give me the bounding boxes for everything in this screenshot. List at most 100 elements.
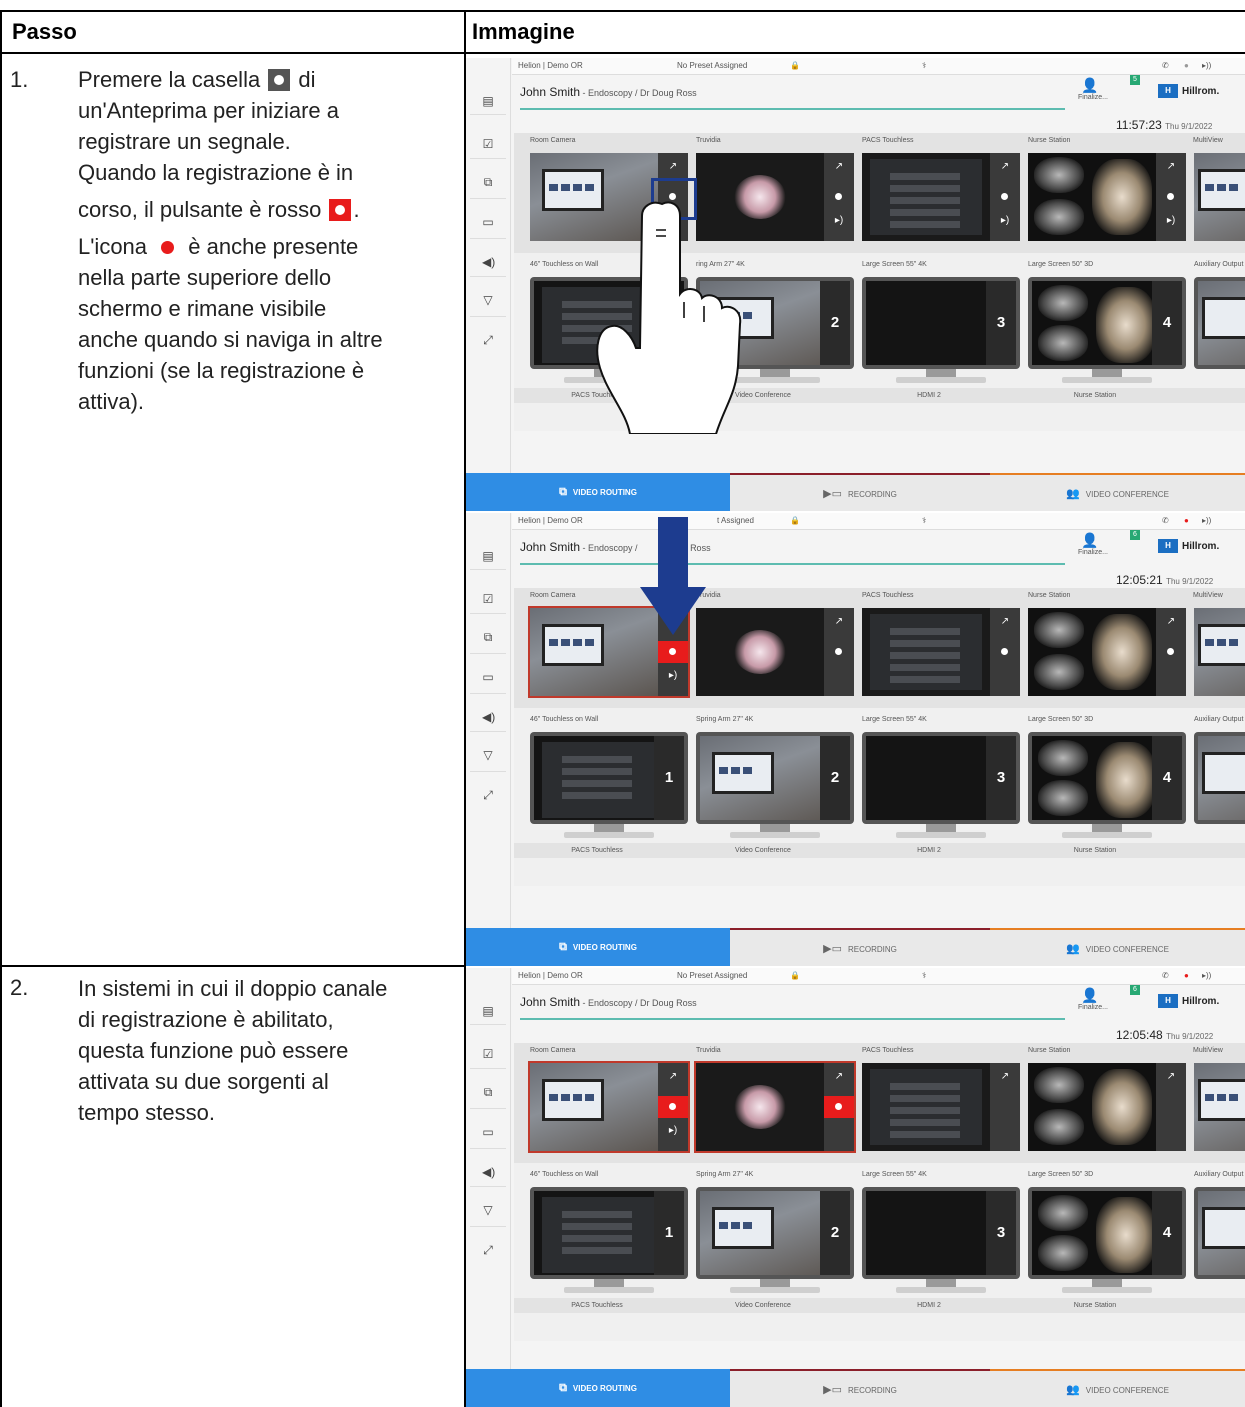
expand-icon[interactable]: ⤢ [482, 789, 494, 801]
expand-preview-icon[interactable]: ↗ [667, 1071, 679, 1083]
surgeon-icon[interactable]: ⚕ [922, 516, 926, 525]
source-tile-multiview[interactable] [1194, 153, 1245, 241]
monitor-3[interactable]: 3 [862, 1187, 1020, 1293]
source-tile-nurse-station[interactable]: ↗ [1028, 1063, 1186, 1151]
tab-video-routing[interactable]: ⧉ VIDEO ROUTING [466, 473, 730, 511]
tab-video-routing[interactable]: ⧉ VIDEO ROUTING [466, 928, 730, 966]
step-1-line: funzioni (se la registrazione è [78, 358, 365, 383]
audio-icon[interactable]: ▸) [833, 215, 845, 227]
lock-icon[interactable]: 🔒 [790, 971, 800, 980]
source-tile-pacs[interactable]: ↗ [862, 608, 1020, 696]
audio-icon[interactable]: ▸)) [1202, 971, 1211, 980]
monitor-5[interactable] [1194, 1187, 1245, 1279]
tab-recording[interactable]: ▶▭ RECORDING [730, 1369, 990, 1407]
record-button[interactable] [824, 1096, 854, 1118]
tab-recording[interactable]: ▶▭ RECORDING [730, 928, 990, 966]
volume-icon[interactable]: ◀) [482, 256, 495, 268]
monitor-number: 2 [820, 1191, 850, 1275]
monitor-1[interactable]: 1 [530, 1187, 688, 1293]
finalize-button[interactable]: 👤 Finalize... [1078, 77, 1108, 101]
record-button[interactable] [1156, 186, 1186, 208]
tab-video-conference[interactable]: 👥 VIDEO CONFERENCE [990, 928, 1245, 966]
source-tile-pacs[interactable]: ↗ ▸) [862, 153, 1020, 241]
monitor-1[interactable]: 1 [530, 732, 688, 838]
monitor-5[interactable] [1194, 732, 1245, 824]
expand-preview-icon[interactable]: ↗ [833, 1071, 845, 1083]
patient-card-icon[interactable]: ▤ [482, 1005, 494, 1017]
lock-icon[interactable]: 🔒 [790, 61, 800, 70]
patient-card-icon[interactable]: ▤ [482, 95, 494, 107]
expand-preview-icon[interactable]: ↗ [833, 616, 845, 628]
record-button[interactable] [658, 1096, 688, 1118]
audio-icon[interactable]: ▸) [667, 1125, 679, 1137]
expand-preview-icon[interactable]: ↗ [667, 161, 679, 173]
record-button[interactable] [658, 641, 688, 663]
expand-preview-icon[interactable]: ↗ [1165, 1071, 1177, 1083]
source-tile-truvidia[interactable]: ↗ [696, 608, 854, 696]
expand-preview-icon[interactable]: ↗ [833, 161, 845, 173]
monitor-source-label: HDMI 2 [846, 843, 1012, 858]
checklist-icon[interactable]: ☑ [482, 138, 494, 150]
record-button[interactable] [824, 641, 854, 663]
record-button[interactable] [990, 641, 1020, 663]
expand-preview-icon[interactable]: ↗ [999, 616, 1011, 628]
routing-icon[interactable]: ⧉ [482, 1086, 494, 1098]
source-tile-truvidia[interactable]: ↗ [694, 1061, 856, 1153]
monitor-4[interactable]: 4 [1028, 732, 1186, 838]
expand-preview-icon[interactable]: ↗ [1165, 616, 1177, 628]
tab-recording[interactable]: ▶▭ RECORDING [730, 473, 990, 511]
volume-icon[interactable]: ◀) [482, 1166, 495, 1178]
expand-icon[interactable]: ⤢ [482, 334, 494, 346]
light-icon[interactable]: ▽ [482, 749, 494, 761]
patient-card-icon[interactable]: ▤ [482, 550, 494, 562]
monitor-4[interactable]: 4 [1028, 277, 1186, 383]
audio-icon[interactable]: ▸)) [1202, 516, 1211, 525]
monitor-2[interactable]: 2 [696, 1187, 854, 1293]
source-tile-nurse-station[interactable]: ↗ ▸) [1028, 153, 1186, 241]
tab-video-conference[interactable]: 👥 VIDEO CONFERENCE [990, 1369, 1245, 1407]
surgeon-icon[interactable]: ⚕ [922, 971, 926, 980]
routing-icon[interactable]: ⧉ [482, 176, 494, 188]
expand-preview-icon[interactable]: ↗ [1165, 161, 1177, 173]
source-tile-room-camera[interactable]: ↗ ▸) [528, 1061, 690, 1153]
expand-preview-icon[interactable]: ↗ [999, 161, 1011, 173]
record-button[interactable] [824, 186, 854, 208]
display-icon[interactable]: ▭ [482, 671, 494, 683]
surgeon-icon[interactable]: ⚕ [922, 61, 926, 70]
monitor-2[interactable]: 2 [696, 732, 854, 838]
light-icon[interactable]: ▽ [482, 294, 494, 306]
volume-icon[interactable]: ◀) [482, 711, 495, 723]
routing-icon[interactable]: ⧉ [482, 631, 494, 643]
light-icon[interactable]: ▽ [482, 1204, 494, 1216]
audio-icon[interactable]: ▸) [999, 215, 1011, 227]
phone-icon[interactable]: ✆ [1162, 61, 1169, 70]
source-tile-pacs[interactable]: ↗ [862, 1063, 1020, 1151]
source-tile-multiview[interactable] [1194, 608, 1245, 696]
finalize-button[interactable]: 👤 Finalize... [1078, 987, 1108, 1011]
monitor-5[interactable] [1194, 277, 1245, 369]
lock-icon[interactable]: 🔒 [790, 516, 800, 525]
tab-video-routing[interactable]: ⧉ VIDEO ROUTING [466, 1369, 730, 1407]
display-icon[interactable]: ▭ [482, 1126, 494, 1138]
destination-label: Large Screen 55" 4K [862, 1171, 927, 1178]
audio-icon[interactable]: ▸) [1165, 215, 1177, 227]
audio-icon[interactable]: ▸)) [1202, 61, 1211, 70]
display-icon[interactable]: ▭ [482, 216, 494, 228]
phone-icon[interactable]: ✆ [1162, 971, 1169, 980]
phone-icon[interactable]: ✆ [1162, 516, 1169, 525]
finalize-button[interactable]: 👤 Finalize... [1078, 532, 1108, 556]
monitor-3[interactable]: 3 [862, 732, 1020, 838]
expand-preview-icon[interactable]: ↗ [999, 1071, 1011, 1083]
source-tile-multiview[interactable] [1194, 1063, 1245, 1151]
audio-icon[interactable]: ▸) [667, 670, 679, 682]
tab-video-conference[interactable]: 👥 VIDEO CONFERENCE [990, 473, 1245, 511]
record-button[interactable] [990, 186, 1020, 208]
source-tile-nurse-station[interactable]: ↗ [1028, 608, 1186, 696]
checklist-icon[interactable]: ☑ [482, 593, 494, 605]
checklist-icon[interactable]: ☑ [482, 1048, 494, 1060]
record-button[interactable] [1156, 641, 1186, 663]
monitor-4[interactable]: 4 [1028, 1187, 1186, 1293]
monitor-3[interactable]: 3 [862, 277, 1020, 383]
monitor-source-label: PACS Touchless [514, 843, 680, 858]
expand-icon[interactable]: ⤢ [482, 1244, 494, 1256]
